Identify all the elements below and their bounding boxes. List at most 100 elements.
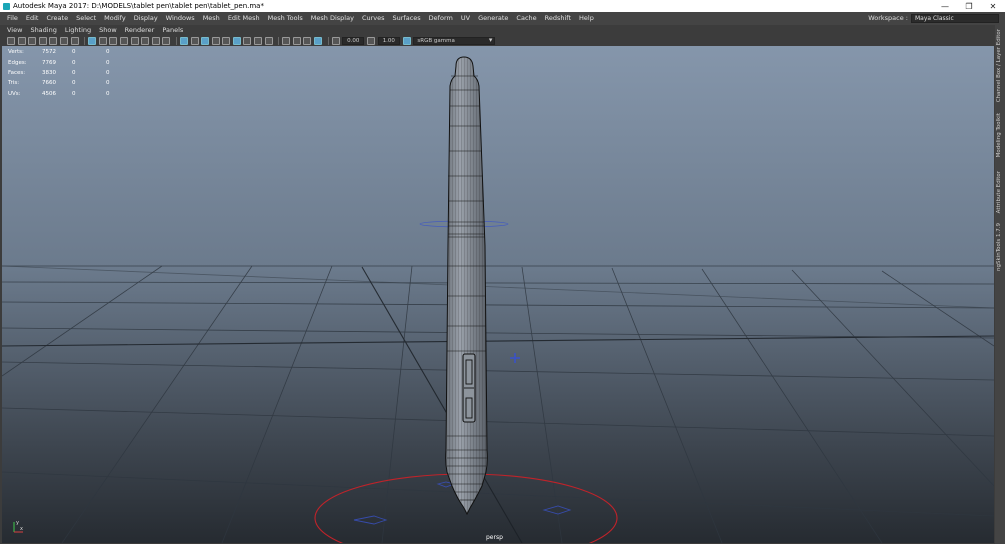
menu-modify[interactable]: Modify: [100, 14, 130, 22]
menu-deform[interactable]: Deform: [425, 14, 457, 22]
tab-attribute-editor[interactable]: Attribute Editor: [996, 171, 1004, 213]
menu-help[interactable]: Help: [575, 14, 598, 22]
isolate-select-icon[interactable]: [264, 36, 273, 45]
main-menubar: File Edit Create Select Modify Display W…: [0, 12, 1005, 24]
menu-mesh-tools[interactable]: Mesh Tools: [264, 14, 307, 22]
ambient-occlusion-icon[interactable]: [222, 36, 231, 45]
anti-aliasing-icon[interactable]: [243, 36, 252, 45]
menu-edit-mesh[interactable]: Edit Mesh: [224, 14, 264, 22]
grease-pencil-icon[interactable]: [59, 36, 68, 45]
exposure-field[interactable]: 0.00: [342, 36, 365, 45]
window-title: Autodesk Maya 2017: D:\MODELS\tablet pen…: [13, 2, 264, 10]
field-chart-icon[interactable]: [119, 36, 128, 45]
grid-line: [61, 265, 253, 543]
menu-mesh[interactable]: Mesh: [199, 14, 224, 22]
axis-y-label: y: [16, 520, 19, 526]
camera-name-label: persp: [486, 534, 503, 541]
close-button[interactable]: ✕: [981, 0, 1005, 12]
grid-line: [2, 281, 994, 285]
depth-of-field-icon[interactable]: [254, 36, 263, 45]
grid-line: [521, 266, 563, 543]
hud-row: Edges: 7769 0 0: [8, 57, 136, 67]
panel-menu-view[interactable]: View: [3, 26, 26, 34]
menu-windows[interactable]: Windows: [162, 14, 199, 22]
xray-joints-icon[interactable]: [292, 36, 301, 45]
perspective-viewport[interactable]: Verts: 7572 0 0 Edges: 7769 0 0 Faces: 3…: [2, 46, 994, 543]
view-axis-icon: x y: [13, 520, 23, 533]
gamma-field[interactable]: 1.00: [377, 36, 400, 45]
menu-generate[interactable]: Generate: [474, 14, 512, 22]
camera-attributes-icon[interactable]: [17, 36, 26, 45]
panel-menu-lighting[interactable]: Lighting: [61, 26, 95, 34]
tab-ngskintools[interactable]: ngSkinTools 1.7.9: [996, 223, 1004, 271]
wireframe-on-shaded-icon[interactable]: [179, 36, 188, 45]
grid-center-line: [361, 266, 523, 543]
workspace-dropdown[interactable]: Maya Classic: [911, 13, 999, 23]
restore-button[interactable]: ❐: [957, 0, 981, 12]
menu-curves[interactable]: Curves: [358, 14, 389, 22]
menu-surfaces[interactable]: Surfaces: [389, 14, 425, 22]
maya-window: Autodesk Maya 2017: D:\MODELS\tablet pen…: [0, 0, 1005, 544]
grid-icon[interactable]: [70, 36, 79, 45]
menu-redshift[interactable]: Redshift: [541, 14, 575, 22]
hud-label: Tris:: [8, 80, 20, 87]
hud-label: Faces:: [8, 69, 26, 76]
safe-action-icon[interactable]: [130, 36, 139, 45]
workspace-label: Workspace :: [868, 14, 908, 22]
poly-count-hud: Verts: 7572 0 0 Edges: 7769 0 0 Faces: 3…: [8, 47, 136, 99]
motion-blur-icon[interactable]: [232, 36, 241, 45]
hud-value: 0: [72, 80, 76, 87]
backface-culling-icon[interactable]: [314, 36, 323, 45]
hud-label: Edges:: [8, 59, 27, 66]
wireframe-icon[interactable]: [151, 36, 160, 45]
menu-display[interactable]: Display: [130, 14, 162, 22]
bookmark-icon[interactable]: [28, 36, 37, 45]
menu-uv[interactable]: UV: [457, 14, 474, 22]
camera-icon[interactable]: [7, 36, 15, 45]
grid-line: [2, 407, 994, 437]
film-gate-icon[interactable]: [88, 36, 97, 45]
ground-grid: [2, 265, 994, 543]
xray-active-icon[interactable]: [303, 36, 312, 45]
grid-line: [2, 265, 994, 309]
panel-menu-show[interactable]: Show: [95, 26, 121, 34]
right-side-tabs: Channel Box / Layer Editor Modeling Tool…: [995, 25, 1005, 544]
menu-create[interactable]: Create: [42, 14, 72, 22]
minimize-button[interactable]: —: [933, 0, 957, 12]
hud-value: 0: [72, 59, 76, 66]
grid-line: [381, 265, 413, 543]
hud-value: 7769: [42, 59, 56, 66]
gamma-icon[interactable]: [367, 36, 376, 45]
shadows-icon[interactable]: [211, 36, 220, 45]
image-plane-icon[interactable]: [38, 36, 47, 45]
panel-toolbar: 0.00 1.00 sRGB gamma: [0, 35, 995, 46]
lights-icon[interactable]: [201, 36, 210, 45]
xray-icon[interactable]: [282, 36, 291, 45]
title-bar: Autodesk Maya 2017: D:\MODELS\tablet pen…: [0, 0, 1005, 12]
smooth-shade-icon[interactable]: [162, 36, 171, 45]
menu-mesh-display[interactable]: Mesh Display: [307, 14, 358, 22]
2d-pan-icon[interactable]: [49, 36, 58, 45]
tab-channel-box[interactable]: Channel Box / Layer Editor: [996, 29, 1004, 102]
gate-mask-icon[interactable]: [109, 36, 118, 45]
menu-edit[interactable]: Edit: [22, 14, 43, 22]
resolution-gate-icon[interactable]: [98, 36, 107, 45]
menu-file[interactable]: File: [3, 14, 22, 22]
color-management-icon[interactable]: [402, 36, 411, 45]
hud-label: Verts:: [8, 49, 24, 56]
toolbar-separator: [84, 36, 86, 45]
hud-row: Faces: 3830 0 0: [8, 68, 136, 78]
hud-value: 7660: [42, 80, 56, 87]
hud-value: 0: [106, 49, 110, 56]
menu-cache[interactable]: Cache: [512, 14, 540, 22]
panel-menu-panels[interactable]: Panels: [158, 26, 187, 34]
scene-view: [2, 56, 994, 543]
panel-menu-shading[interactable]: Shading: [26, 26, 60, 34]
safe-title-icon[interactable]: [141, 36, 150, 45]
menu-select[interactable]: Select: [72, 14, 100, 22]
view-transform-dropdown[interactable]: sRGB gamma: [413, 36, 496, 45]
exposure-icon[interactable]: [331, 36, 340, 45]
tab-modeling-toolkit[interactable]: Modeling Toolkit: [996, 113, 1004, 157]
panel-menu-renderer[interactable]: Renderer: [121, 26, 159, 34]
textured-icon[interactable]: [190, 36, 199, 45]
